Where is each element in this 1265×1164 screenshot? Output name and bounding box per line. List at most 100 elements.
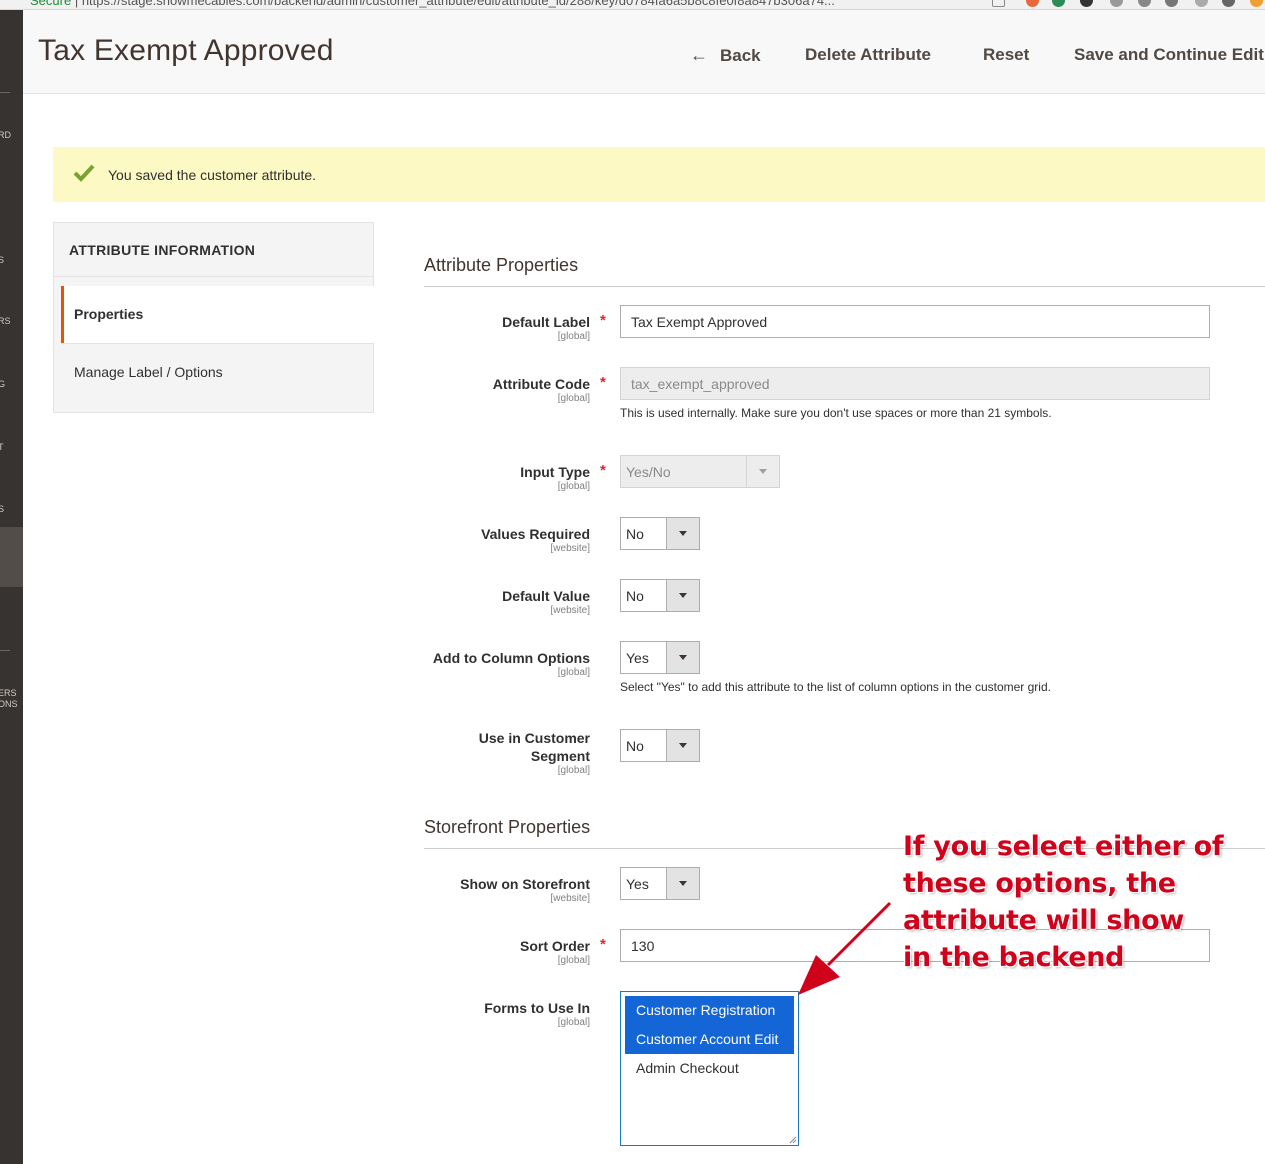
sidebar-separator bbox=[0, 650, 10, 651]
customer-segment-select[interactable]: No bbox=[620, 729, 700, 762]
option-admin-checkout[interactable]: Admin Checkout bbox=[625, 1054, 794, 1083]
show-on-storefront-label: Show on Storefront [website] bbox=[460, 876, 590, 904]
required-mark: * bbox=[600, 936, 606, 953]
add-to-column-select[interactable]: Yes bbox=[620, 641, 700, 674]
customer-segment-label: Use in Customer Segment [global] bbox=[478, 730, 590, 776]
scope-global: [global] bbox=[557, 955, 590, 966]
values-required-label: Values Required [website] bbox=[481, 526, 590, 554]
browser-url[interactable]: Secure | https://stage.showmecables.com/… bbox=[30, 0, 835, 8]
option-customer-account-edit[interactable]: Customer Account Edit bbox=[625, 1025, 794, 1054]
default-value-value: No bbox=[626, 588, 644, 604]
extension-icon[interactable] bbox=[1222, 0, 1235, 7]
scope-global: [global] bbox=[557, 667, 590, 678]
annotation-arrow-icon bbox=[798, 901, 892, 995]
success-message-text: You saved the customer attribute. bbox=[108, 167, 317, 183]
extension-icon[interactable] bbox=[1250, 0, 1263, 7]
annotation-line: attribute will show bbox=[903, 905, 1184, 936]
option-customer-registration[interactable]: Customer Registration bbox=[625, 996, 794, 1025]
required-mark: * bbox=[600, 462, 606, 479]
forms-to-use-in-label: Forms to Use In [global] bbox=[484, 1000, 590, 1028]
extension-icon[interactable] bbox=[1026, 0, 1039, 7]
page-header: Tax Exempt Approved ← Back Delete Attribu… bbox=[23, 10, 1265, 94]
admin-sidebar: RD S RS G T S ERS ONS bbox=[0, 10, 23, 1164]
section-divider bbox=[424, 286, 1265, 287]
forms-multiselect[interactable]: Customer Registration Customer Account E… bbox=[620, 991, 799, 1146]
extension-icon[interactable] bbox=[1080, 0, 1093, 7]
url-text: https://stage.showmecables.com/backend/a… bbox=[81, 0, 835, 8]
default-label-label: Default Label [global] bbox=[502, 314, 590, 342]
tabs-divider bbox=[54, 276, 373, 277]
tab-properties-label: Properties bbox=[74, 306, 144, 322]
tabs-title: ATTRIBUTE INFORMATION bbox=[69, 242, 256, 258]
input-type-value: Yes/No bbox=[626, 464, 671, 480]
chevron-down-icon bbox=[666, 642, 699, 673]
chevron-down-icon bbox=[666, 868, 699, 899]
attribute-code-note: This is used internally. Make sure you d… bbox=[620, 406, 1052, 420]
input-type-select: Yes/No bbox=[620, 455, 780, 488]
attribute-properties-title: Attribute Properties bbox=[424, 255, 579, 275]
sidebar-item-customers[interactable]: RS bbox=[0, 316, 11, 327]
sidebar-separator bbox=[0, 92, 10, 93]
resize-handle-icon[interactable] bbox=[789, 1136, 797, 1144]
scope-global: [global] bbox=[557, 331, 590, 342]
scope-global: [global] bbox=[557, 393, 590, 404]
tab-manage-label-options-label: Manage Label / Options bbox=[74, 364, 223, 380]
reset-button[interactable]: Reset bbox=[983, 45, 1029, 65]
scope-global: [global] bbox=[557, 481, 590, 492]
page-title: Tax Exempt Approved bbox=[38, 34, 334, 67]
chevron-down-icon bbox=[666, 580, 699, 611]
customer-segment-value: No bbox=[626, 738, 644, 754]
sidebar-active-item[interactable] bbox=[0, 527, 23, 587]
scope-website: [website] bbox=[550, 605, 590, 616]
sidebar-item[interactable]: S bbox=[0, 255, 4, 266]
default-value-label: Default Value [website] bbox=[502, 588, 590, 616]
sidebar-item-dashboard[interactable]: RD bbox=[0, 130, 11, 141]
sidebar-item-extensions[interactable]: ONS bbox=[0, 699, 18, 710]
add-to-column-value: Yes bbox=[626, 650, 649, 666]
success-message: You saved the customer attribute. bbox=[53, 147, 1265, 202]
tab-properties[interactable]: Properties bbox=[61, 286, 374, 343]
chevron-down-icon bbox=[666, 518, 699, 549]
values-required-select[interactable]: No bbox=[620, 517, 700, 550]
scope-global: [global] bbox=[557, 765, 590, 776]
extension-icon[interactable] bbox=[1165, 0, 1178, 7]
required-mark: * bbox=[600, 374, 606, 391]
annotation-callout: If you select either of these options, t… bbox=[903, 828, 1263, 976]
required-mark: * bbox=[600, 312, 606, 329]
extension-icon[interactable] bbox=[1110, 0, 1123, 7]
delete-attribute-button[interactable]: Delete Attribute bbox=[805, 45, 931, 65]
sidebar-item-content[interactable]: T bbox=[0, 442, 4, 453]
chevron-down-icon bbox=[666, 730, 699, 761]
sidebar-item[interactable]: S bbox=[0, 504, 4, 515]
bookmark-star-icon[interactable] bbox=[992, 0, 1005, 7]
values-required-value: No bbox=[626, 526, 644, 542]
extension-icon[interactable] bbox=[1195, 0, 1208, 7]
add-to-column-label: Add to Column Options [global] bbox=[432, 650, 590, 678]
save-and-continue-button[interactable]: Save and Continue Edit bbox=[1074, 45, 1264, 65]
attribute-tabs: ATTRIBUTE INFORMATION Properties Manage … bbox=[53, 222, 374, 413]
extension-icon[interactable] bbox=[1138, 0, 1151, 7]
chevron-down-icon bbox=[746, 456, 779, 487]
input-type-label: Input Type [global] bbox=[520, 464, 590, 492]
extension-icon[interactable] bbox=[1052, 0, 1065, 7]
arrow-left-icon: ← bbox=[690, 45, 708, 65]
scope-website: [website] bbox=[550, 893, 590, 904]
sidebar-item-partners[interactable]: ERS bbox=[0, 688, 17, 699]
annotation-line: these options, the bbox=[903, 868, 1176, 899]
default-label-input[interactable] bbox=[620, 305, 1210, 338]
checkmark-icon bbox=[73, 164, 95, 182]
back-button[interactable]: ← Back bbox=[690, 45, 761, 66]
annotation-line: in the backend bbox=[903, 942, 1125, 973]
secure-label: Secure bbox=[30, 0, 72, 8]
browser-address-bar: Secure | https://stage.showmecables.com/… bbox=[0, 0, 1265, 10]
show-on-storefront-select[interactable]: Yes bbox=[620, 867, 700, 900]
tab-manage-label-options[interactable]: Manage Label / Options bbox=[61, 343, 374, 400]
default-value-select[interactable]: No bbox=[620, 579, 700, 612]
sidebar-item-catalog[interactable]: G bbox=[0, 379, 5, 390]
back-label: Back bbox=[720, 46, 761, 65]
add-to-column-note: Select "Yes" to add this attribute to th… bbox=[620, 680, 1051, 694]
show-on-storefront-value: Yes bbox=[626, 876, 649, 892]
annotation-line: If you select either of bbox=[903, 831, 1224, 862]
attribute-code-label: Attribute Code [global] bbox=[492, 376, 590, 404]
scope-global: [global] bbox=[557, 1017, 590, 1028]
